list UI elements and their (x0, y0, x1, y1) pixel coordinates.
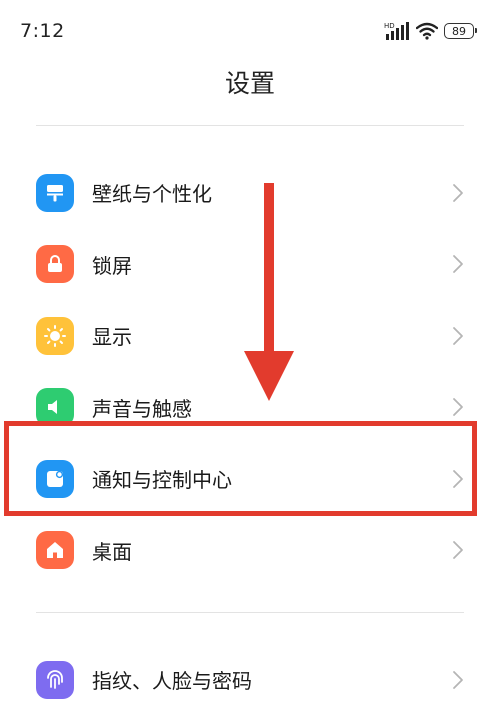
home-icon (36, 531, 74, 570)
chevron-right-icon (453, 183, 463, 202)
status-icons: HD 89 (384, 20, 478, 42)
arrow-down-icon (244, 183, 294, 401)
chevron-right-icon (453, 541, 463, 560)
settings-item-fingerprint[interactable]: 指纹、人脸与密码 (0, 644, 500, 716)
status-time: 7:12 (20, 20, 65, 42)
settings-item-label: 锁屏 (92, 253, 132, 278)
divider (36, 612, 464, 613)
settings-item-label: 指纹、人脸与密码 (92, 669, 252, 694)
settings-item-label: 桌面 (92, 539, 132, 564)
status-bar: 7:12 HD 89 (0, 0, 500, 62)
page-title: 设置 (224, 69, 275, 98)
wallpaper-icon (36, 173, 74, 212)
divider (36, 125, 464, 126)
cellular-signal-icon: HD (384, 22, 409, 40)
chevron-right-icon (453, 398, 463, 417)
highlight-box (4, 421, 477, 516)
battery-indicator: 89 (444, 23, 477, 39)
settings-item-label: 壁纸与个性化 (92, 182, 212, 207)
wifi-icon (416, 22, 438, 40)
settings-item-label: 声音与触感 (92, 396, 192, 421)
network-label: HD (384, 22, 395, 30)
fingerprint-icon (36, 660, 74, 699)
chevron-right-icon (453, 326, 463, 345)
lock-icon (36, 245, 74, 284)
settings-item-label: 显示 (92, 325, 132, 350)
chevron-right-icon (453, 670, 463, 689)
sun-icon (36, 316, 74, 355)
battery-level: 89 (452, 24, 466, 38)
chevron-right-icon (453, 255, 463, 274)
settings-list-security: 指纹、人脸与密码 (0, 644, 500, 716)
settings-item-desktop[interactable]: 桌面 (0, 515, 500, 587)
